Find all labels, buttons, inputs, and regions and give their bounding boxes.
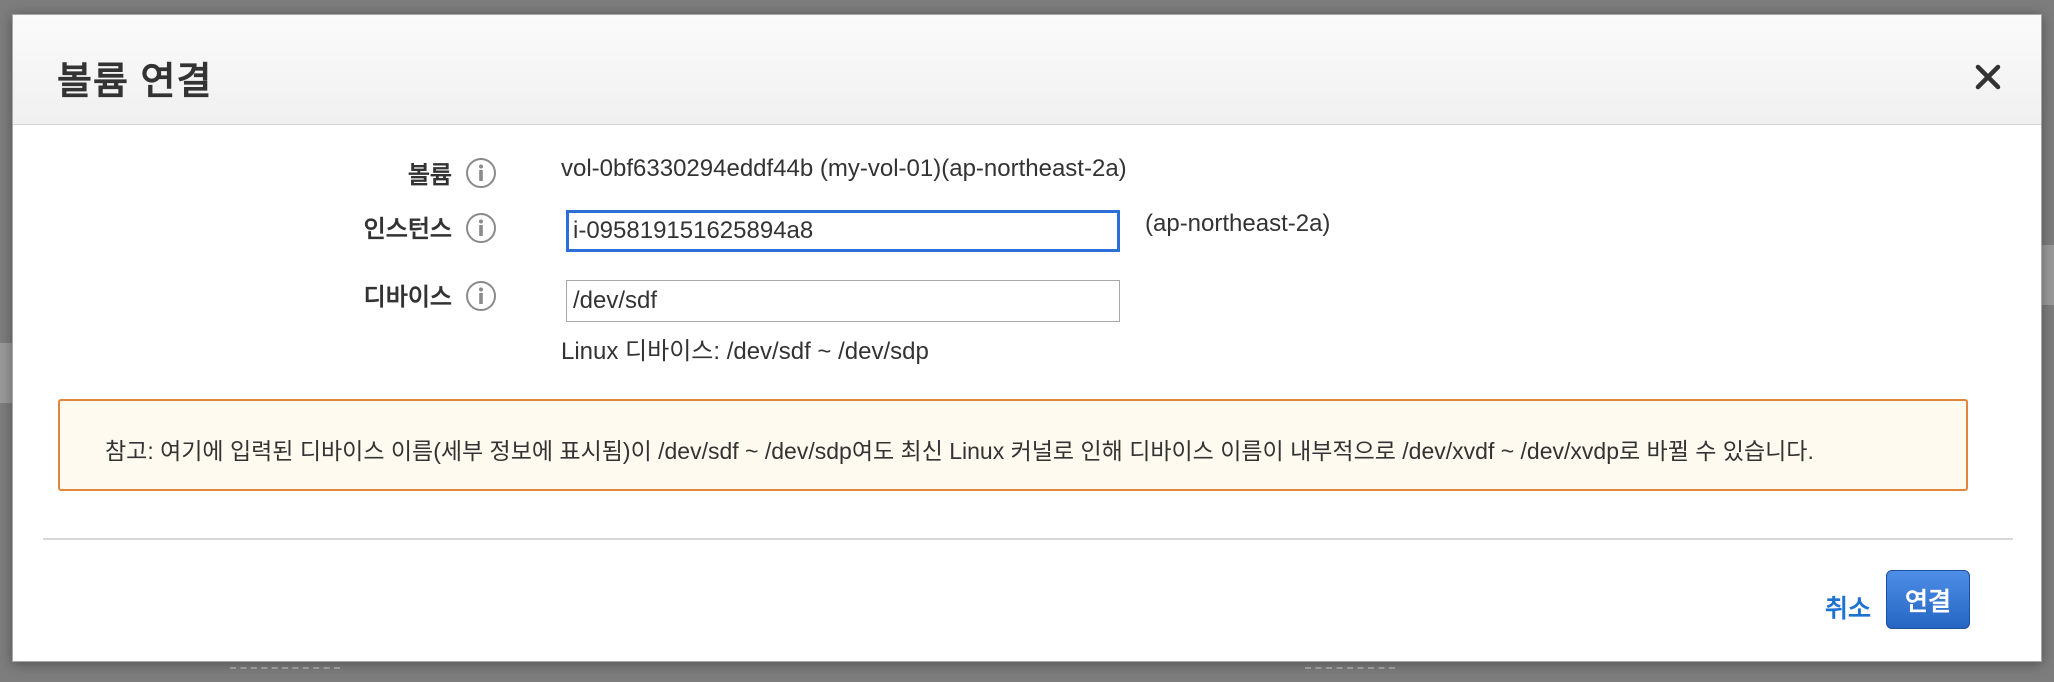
device-name-input[interactable]	[566, 280, 1120, 322]
instance-label: 인스턴스	[363, 216, 452, 243]
backdrop-panel-edge	[2042, 245, 2054, 305]
backdrop-panel-edge	[0, 343, 12, 403]
device-name-note: 참고: 여기에 입력된 디바이스 이름(세부 정보에 표시됨)이 /dev/sd…	[58, 399, 1968, 491]
backdrop-dashed-line	[1305, 667, 1395, 669]
instance-info-icon[interactable]	[465, 212, 497, 244]
volume-label: 볼륨	[407, 162, 452, 189]
attach-volume-dialog: 볼륨 연결 볼륨 vol-0bf6330294eddf44b (my-vol-0…	[12, 14, 2042, 662]
info-icon	[466, 213, 496, 243]
backdrop-dashed-line	[230, 667, 340, 669]
close-button[interactable]	[1968, 57, 2008, 97]
volume-info-icon[interactable]	[465, 157, 497, 189]
attach-button[interactable]: 연결	[1886, 570, 1970, 629]
volume-value: vol-0bf6330294eddf44b (my-vol-01)(ap-nor…	[561, 155, 1127, 182]
dialog-title: 볼륨 연결	[57, 61, 213, 103]
info-icon	[466, 281, 496, 311]
dialog-header: 볼륨 연결	[13, 15, 2041, 125]
info-icon	[466, 158, 496, 188]
cancel-button[interactable]: 취소	[1825, 589, 1871, 625]
note-text: 참고: 여기에 입력된 디바이스 이름(세부 정보에 표시됨)이 /dev/sd…	[105, 438, 1814, 464]
footer-divider	[43, 538, 2013, 540]
instance-zone: (ap-northeast-2a)	[1145, 210, 1331, 237]
device-hint: Linux 디바이스: /dev/sdf ~ /dev/sdp	[561, 338, 929, 365]
device-label: 디바이스	[363, 284, 452, 311]
instance-id-input[interactable]	[566, 210, 1120, 252]
close-icon	[1975, 64, 2001, 90]
device-info-icon[interactable]	[465, 280, 497, 312]
